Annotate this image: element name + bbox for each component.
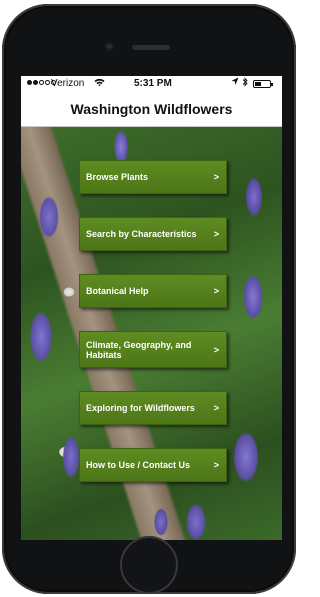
menu-item-label: Exploring for Wildflowers [86, 403, 195, 413]
menu-item-label: Browse Plants [86, 172, 149, 182]
wildflower-background-image: Browse Plants > Search by Characteristic… [21, 127, 282, 540]
home-button[interactable] [120, 536, 178, 594]
exploring-for-wildflowers-button[interactable]: Exploring for Wildflowers > [79, 391, 227, 425]
climate-geography-habitats-button[interactable]: Climate, Geography, and Habitats > [79, 331, 227, 368]
page-title: Washington Wildflowers [21, 93, 282, 127]
bluetooth-icon [242, 77, 248, 90]
app-screen: Verizon 5:31 PM Washington Wildflowers B… [21, 76, 282, 540]
menu-item-label: Climate, Geography, and Habitats [86, 339, 192, 360]
chevron-right-icon: > [213, 229, 219, 239]
menu-item-label: Botanical Help [86, 286, 149, 296]
menu-item-label: How to Use / Contact Us [86, 460, 191, 470]
wifi-icon [94, 78, 105, 90]
status-bar: Verizon 5:31 PM [21, 76, 282, 92]
chevron-right-icon: > [213, 172, 219, 182]
chevron-right-icon: > [213, 403, 219, 413]
chevron-right-icon: > [213, 460, 219, 470]
search-by-characteristics-button[interactable]: Search by Characteristics > [79, 217, 227, 251]
battery-icon [253, 80, 273, 88]
chevron-right-icon: > [213, 286, 219, 296]
carrier-name: Verizon [51, 78, 85, 89]
status-time: 5:31 PM [134, 78, 172, 89]
phone-frame: Verizon 5:31 PM Washington Wildflowers B… [2, 4, 296, 594]
location-arrow-icon [231, 77, 239, 88]
chevron-right-icon: > [213, 344, 219, 355]
earpiece-speaker [132, 45, 170, 50]
how-to-use-contact-us-button[interactable]: How to Use / Contact Us > [79, 448, 227, 482]
botanical-help-button[interactable]: Botanical Help > [79, 274, 227, 308]
browse-plants-button[interactable]: Browse Plants > [79, 160, 227, 194]
menu-item-label: Search by Characteristics [86, 229, 197, 239]
front-camera [105, 42, 114, 51]
